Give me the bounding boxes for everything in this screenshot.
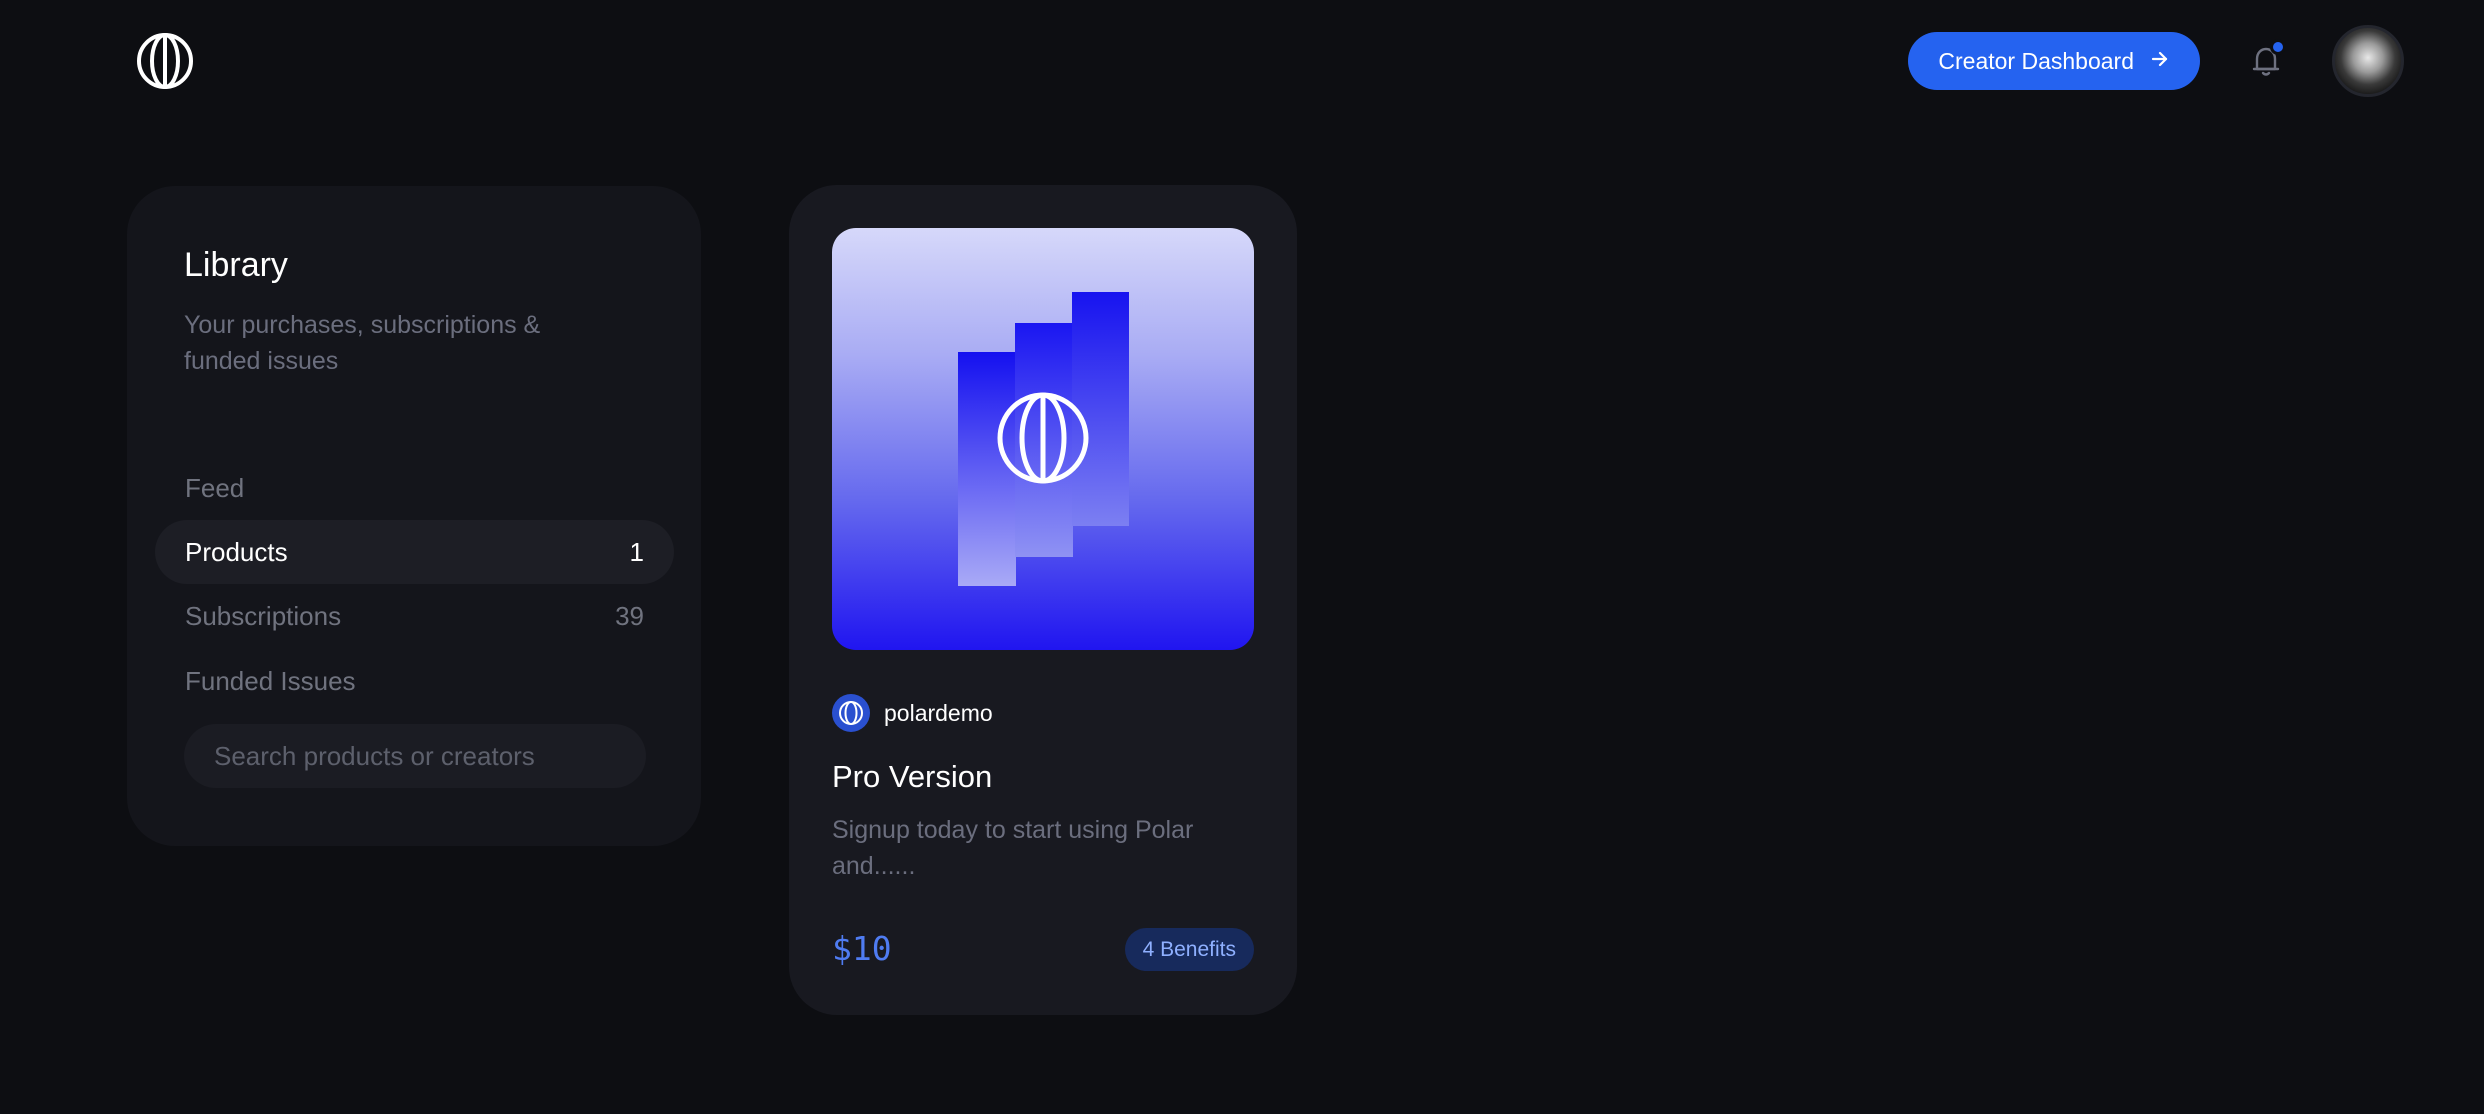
sidebar-item-label: Products (185, 536, 288, 567)
sidebar-item-products[interactable]: Products 1 (155, 520, 674, 584)
product-title: Pro Version (832, 759, 993, 794)
header-actions: Creator Dashboard (1908, 24, 2404, 98)
seller-info[interactable]: polardemo (832, 694, 993, 732)
page-subtitle: Your purchases, subscriptions & funded i… (184, 311, 541, 375)
product-card[interactable]: polardemo Pro Version Signup today to st… (789, 185, 1297, 1015)
search-input[interactable] (184, 724, 646, 788)
sidebar-item-label: Feed (185, 472, 245, 503)
sidebar-item-funded-issues[interactable]: Funded Issues (155, 649, 674, 713)
library-sidebar: Library Your purchases, subscriptions & … (127, 186, 701, 846)
benefits-badge[interactable]: 4 Benefits (1124, 928, 1254, 971)
notifications-button[interactable] (2246, 39, 2286, 81)
sidebar-item-count: 39 (615, 600, 644, 631)
sidebar-item-subscriptions[interactable]: Subscriptions 39 (155, 584, 674, 648)
seller-avatar (832, 694, 870, 732)
creator-dashboard-button[interactable]: Creator Dashboard (1908, 32, 2200, 90)
product-description: Signup today to start using Polar and...… (832, 816, 1194, 880)
page-title: Library (184, 246, 288, 284)
sidebar-item-label: Funded Issues (185, 665, 356, 696)
seller-name: polardemo (884, 699, 993, 726)
sidebar-item-label: Subscriptions (185, 600, 342, 631)
notification-badge (2270, 39, 2286, 55)
product-price: $10 (832, 929, 892, 968)
bell-icon (2246, 47, 2286, 85)
arrow-right-icon (2150, 48, 2170, 75)
polar-logo-icon[interactable] (136, 32, 194, 90)
user-avatar[interactable] (2332, 25, 2404, 97)
sidebar-item-count: 1 (629, 536, 644, 567)
sidebar-item-feed[interactable]: Feed (155, 456, 674, 520)
product-image (832, 228, 1254, 650)
creator-dashboard-label: Creator Dashboard (1938, 47, 2134, 74)
